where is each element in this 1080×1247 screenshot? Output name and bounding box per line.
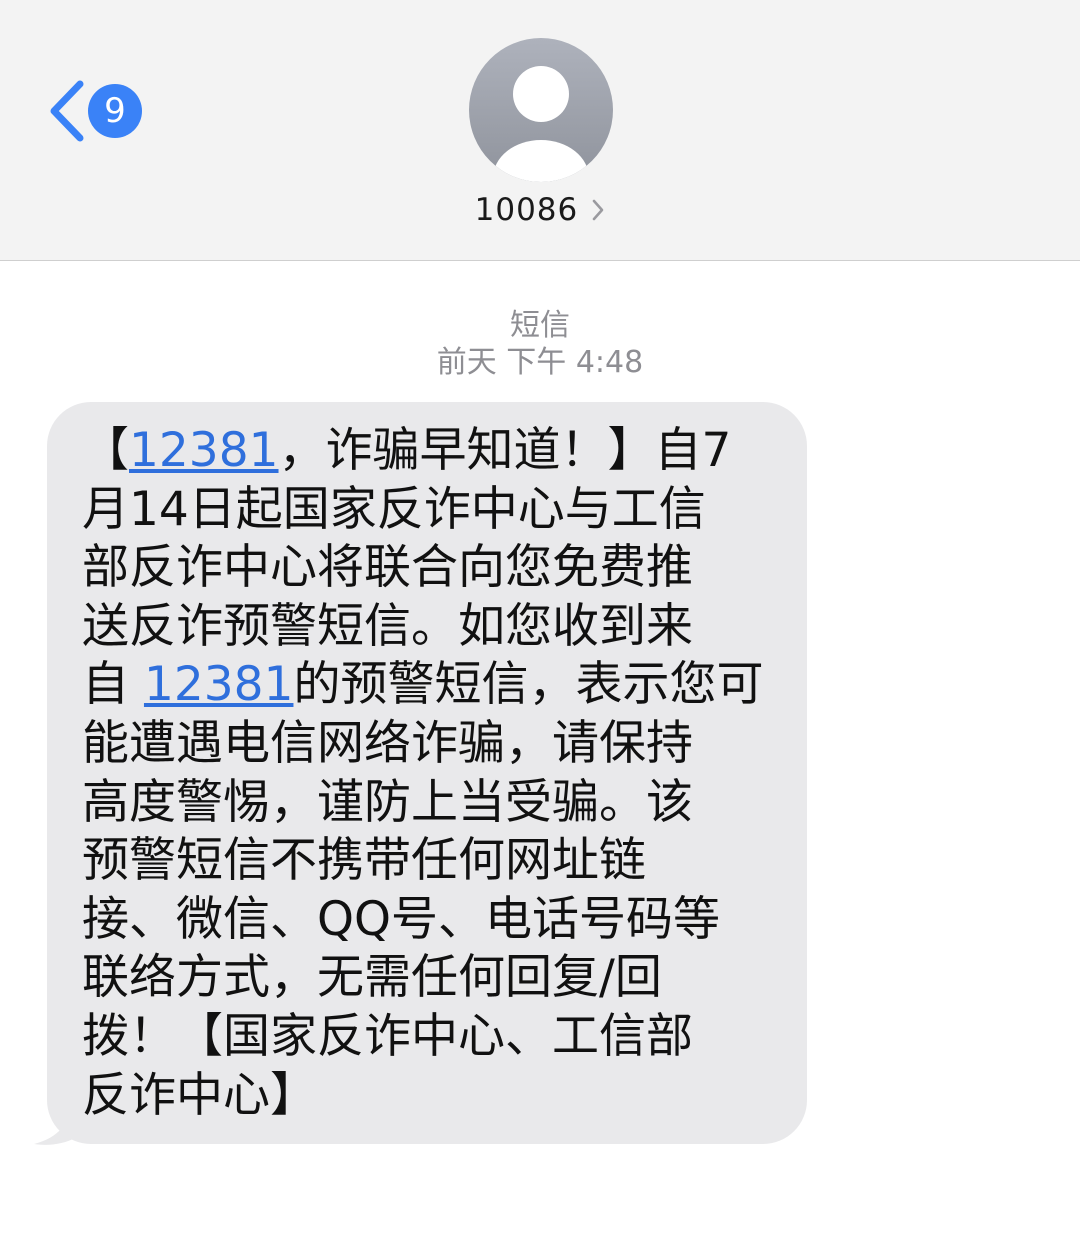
chevron-right-icon xyxy=(593,199,604,221)
text-segment: ，诈骗早知道！】自7 xyxy=(278,423,732,478)
contact-avatar[interactable] xyxy=(469,38,613,182)
message-line: 拨！【国家反诈中心、工信部 xyxy=(82,1008,693,1064)
message-line: 联络方式，无需任何回复/回 xyxy=(82,950,662,1006)
message-line: 高度警惕，谨防上当受骗。该 xyxy=(82,774,693,830)
message-line: 反诈中心】 xyxy=(82,1067,317,1123)
phone-number-link[interactable]: 12381 xyxy=(144,657,294,712)
text-segment: 的预警短信，表示您可 xyxy=(293,657,764,713)
message-line: 送反诈预警短信。如您收到来 xyxy=(82,598,693,654)
message-line: 接、微信、QQ号、电话号码等 xyxy=(82,891,720,947)
message-line: 能遭遇电信网络诈骗，请保持 xyxy=(82,715,693,771)
message-line: 【12381，诈骗早知道！】自7 xyxy=(82,422,782,481)
message-text: 【12381，诈骗早知道！】自7 月14日起国家反诈中心与工信 部反诈中心将联合… xyxy=(82,422,782,1125)
unread-count-badge: 9 xyxy=(88,84,142,138)
text-segment: 【 xyxy=(82,423,129,478)
back-button[interactable]: 9 xyxy=(44,78,154,144)
message-line: 预警短信不携带任何网址链 xyxy=(82,833,646,889)
message-line: 自 12381的预警短信，表示您可 xyxy=(82,656,782,715)
chevron-left-icon xyxy=(50,80,84,142)
person-silhouette-icon xyxy=(493,66,589,182)
message-timestamp: 前天 下午 4:48 xyxy=(436,345,644,380)
conversation-header: 9 10086 xyxy=(0,0,1080,261)
phone-number-link[interactable]: 12381 xyxy=(129,423,279,478)
text-segment: 自 xyxy=(82,657,144,713)
message-line: 部反诈中心将联合向您免费推 xyxy=(82,540,693,596)
message-line: 月14日起国家反诈中心与工信 xyxy=(82,481,706,537)
contact-details-button[interactable]: 10086 xyxy=(0,192,1080,240)
contact-name: 10086 xyxy=(474,192,579,228)
